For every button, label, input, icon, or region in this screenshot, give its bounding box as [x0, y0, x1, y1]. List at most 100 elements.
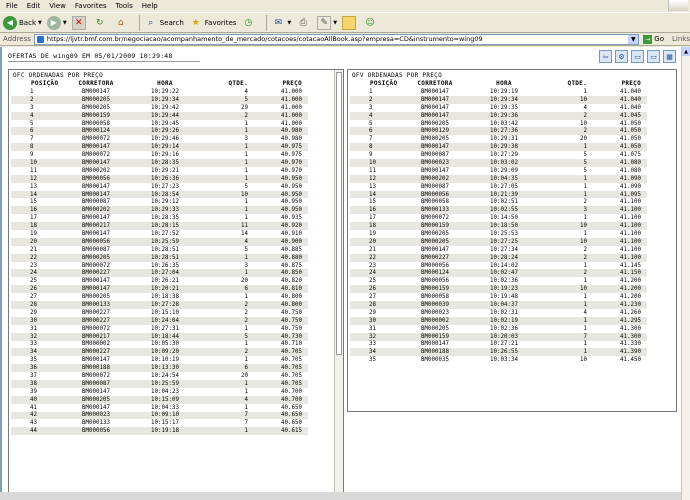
horizontal-scrollbar[interactable]	[0, 492, 681, 500]
table-cell: 10:28:35	[151, 215, 179, 222]
table-cell: 5	[244, 246, 249, 253]
back-button[interactable]: ◀ Back ▼	[3, 15, 42, 30]
table-cell: BM000147	[82, 388, 110, 395]
table-cell: 10	[580, 357, 587, 364]
table-cell: 29	[369, 309, 376, 316]
table-cell: 32	[369, 333, 376, 340]
table-row: 34 BM000227 10:09:20 2 40.705	[11, 348, 308, 357]
back-page-icon[interactable]: ⇦	[599, 50, 612, 63]
table-row: 35 BM000147 10:10:19 1 40.705	[11, 356, 308, 365]
table-cell: 10:29:14	[151, 144, 179, 151]
ofc-scrollbar[interactable]	[334, 70, 343, 494]
table-cell: 1	[244, 404, 249, 411]
menu-view[interactable]: View	[49, 2, 66, 10]
table-cell: 10:18:44	[151, 333, 179, 340]
menu-file[interactable]: File	[6, 2, 18, 10]
table-row: 18 BM000217 10:28:15 11 40.920	[11, 222, 308, 231]
links-button[interactable]: Links	[672, 35, 690, 43]
table-row: 10 BM000023 10:03:02 5 41.080	[350, 159, 647, 167]
table-cell: BM000072	[82, 152, 110, 159]
table-cell: 10:15:09	[151, 396, 179, 403]
favorites-button[interactable]: ★ Favorites	[189, 16, 237, 30]
table-cell: BM000072	[82, 373, 110, 379]
table-cell: 20	[369, 238, 376, 245]
table-cell: 10:02:19	[490, 317, 518, 324]
table-cell: 41.100	[620, 199, 641, 206]
table-cell: 10:29:46	[151, 136, 179, 143]
header-corretora: CORRETORA	[417, 80, 453, 87]
table-cell: 10:27:52	[151, 230, 179, 237]
table-cell: 40.750	[281, 309, 302, 316]
scroll-up-icon[interactable]: ▲	[682, 47, 690, 56]
table-row: 16 BM000202 10:29:33 1 40.950	[11, 206, 308, 215]
table-cell: 10:02:55	[490, 207, 518, 214]
table-cell: 40.705	[281, 357, 302, 364]
table-cell: 41.050	[620, 120, 641, 127]
table-cell: 10:27:29	[490, 152, 518, 159]
stop-button[interactable]: ✕	[71, 15, 88, 30]
window-alt-icon[interactable]: ▭	[647, 50, 660, 63]
refresh-button[interactable]: ↻	[93, 16, 109, 30]
table-cell: 1	[244, 167, 249, 174]
history-button[interactable]: ◷	[241, 16, 257, 30]
messenger-button[interactable]: ☺	[363, 16, 379, 30]
go-button[interactable]: → Go	[643, 34, 664, 44]
table-cell: 1	[244, 152, 249, 159]
table-cell: 41.080	[620, 159, 641, 166]
home-button[interactable]: ⌂	[114, 16, 130, 30]
table-cell: BM000188	[82, 365, 110, 372]
header-hora: HORA	[496, 80, 512, 87]
ofc-panel-title: OFC ORDENADAS POR PREÇO	[13, 72, 103, 79]
menu-edit[interactable]: Edit	[27, 2, 41, 10]
menu-tools[interactable]: Tools	[116, 2, 133, 10]
table-cell: 23	[369, 262, 376, 269]
table-cell: 10:04:35	[490, 175, 518, 182]
table-cell: 41.260	[620, 309, 641, 316]
table-cell: 1	[583, 262, 588, 269]
table-cell: 10:14:50	[490, 215, 518, 222]
folder-button[interactable]	[342, 15, 358, 30]
table-cell: 15	[369, 199, 376, 206]
table-cell: BM000147	[82, 404, 110, 411]
window-scrollbar[interactable]: ▲	[681, 47, 690, 500]
search-button[interactable]: ⌕ Search	[144, 16, 184, 30]
mail-button[interactable]: ✉ ▼	[271, 16, 292, 30]
table-cell: 2	[583, 128, 588, 135]
ofc-scrollbar-thumb[interactable]	[336, 72, 342, 355]
table-cell: BM000133	[82, 420, 110, 427]
address-dropdown-icon[interactable]: ▼	[628, 34, 639, 44]
edit-button[interactable]: ✎ ▼	[317, 15, 338, 30]
table-cell: 10:19:18	[151, 428, 179, 435]
table-cell: 11	[30, 167, 37, 174]
window-icon[interactable]: ▭	[631, 50, 644, 63]
ofertas-underline	[8, 61, 200, 62]
settings-icon[interactable]: ⚙	[615, 50, 628, 63]
table-row: 18 BM000159 10:18:50 10 41.100	[350, 222, 647, 231]
table-cell: 14	[241, 230, 248, 237]
table-cell: BM000202	[82, 167, 110, 174]
menu-help[interactable]: Help	[142, 2, 158, 10]
table-cell: 41.100	[620, 246, 641, 253]
table-cell: BM000147	[82, 88, 110, 95]
menu-favorites[interactable]: Favorites	[75, 2, 107, 10]
table-cell: 10:27:36	[490, 128, 518, 135]
print-button[interactable]: ⎙	[296, 16, 312, 30]
table-cell: 3	[244, 262, 249, 269]
table-cell: 10:27:31	[151, 325, 179, 332]
toolbar-separator	[138, 14, 140, 31]
table-cell: 28	[30, 301, 37, 308]
address-label: Address	[3, 35, 31, 43]
table-cell: 10:29:31	[490, 136, 518, 143]
table-cell: 10:25:59	[151, 238, 179, 245]
table-cell: 20	[241, 278, 248, 285]
table-cell: 29	[241, 104, 248, 111]
forward-button[interactable]: ▶ ▼	[46, 15, 67, 30]
table-cell: BM000205	[421, 120, 449, 127]
chevron-down-icon: ▼	[333, 19, 338, 26]
table-row: 1 BM000147 10:29:19 1 41.040	[350, 88, 647, 96]
table-cell: 8	[30, 144, 34, 151]
table-cell: 39	[30, 388, 37, 395]
table-cell: 1	[244, 254, 249, 261]
address-input[interactable]: https://ljvtr.bmf.com.br/negociacao/acom…	[33, 33, 640, 45]
grid-icon[interactable]: ▦	[663, 50, 676, 63]
